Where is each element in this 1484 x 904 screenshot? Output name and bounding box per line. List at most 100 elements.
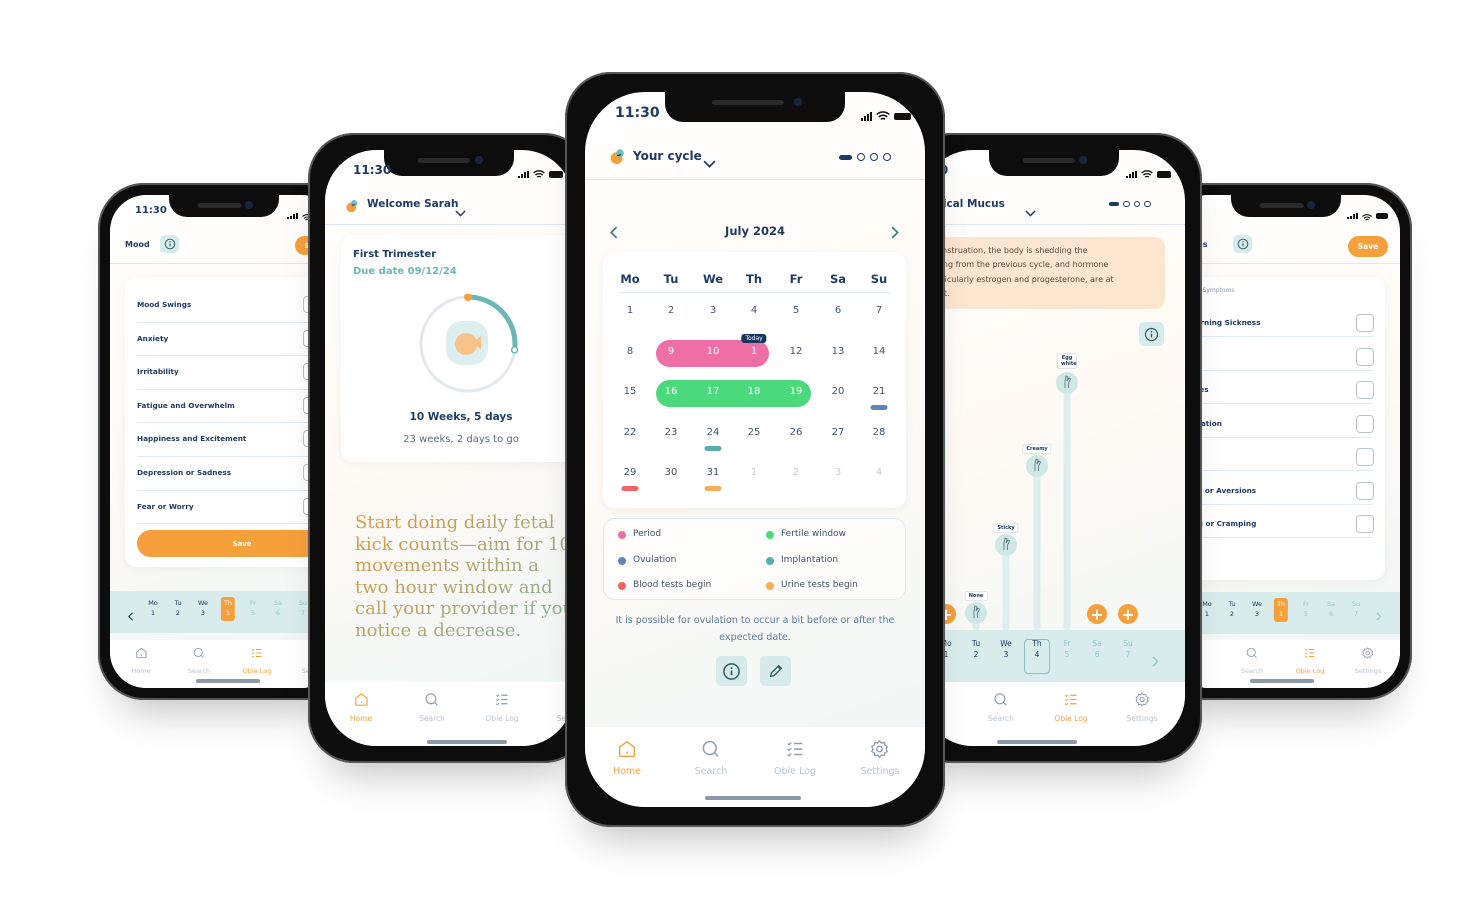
calendar-day[interactable]: 15 bbox=[624, 386, 637, 397]
day-th[interactable]: Th 1 bbox=[1273, 598, 1289, 622]
chevron-left-icon[interactable] bbox=[127, 606, 133, 625]
page-dot[interactable] bbox=[883, 153, 891, 161]
calendar-day[interactable]: 7 bbox=[876, 305, 882, 316]
calendar-day[interactable]: 20 bbox=[832, 386, 845, 397]
page-dot[interactable] bbox=[1133, 201, 1141, 208]
calendar-day[interactable]: 27 bbox=[832, 427, 845, 438]
symptom-checkbox[interactable] bbox=[1356, 348, 1374, 366]
nav-item-log[interactable]: Obie Log bbox=[485, 691, 519, 723]
calendar-day[interactable]: 2 bbox=[793, 467, 799, 478]
mucus-entry[interactable] bbox=[1026, 455, 1048, 477]
calendar-day[interactable]: 25 bbox=[748, 427, 761, 438]
nav-item-home[interactable]: Home bbox=[613, 738, 641, 777]
info-button[interactable] bbox=[160, 235, 179, 253]
calendar-day[interactable]: 1 bbox=[751, 346, 757, 357]
day-sa[interactable]: Sa 6 bbox=[1089, 636, 1106, 663]
mucus-entry[interactable] bbox=[965, 602, 987, 624]
day-we[interactable]: We 3 bbox=[196, 597, 210, 621]
page-dot[interactable] bbox=[870, 153, 878, 161]
calendar-day[interactable]: 30 bbox=[665, 467, 678, 478]
day-fr[interactable]: Fr 5 bbox=[1059, 636, 1076, 663]
calendar-day[interactable]: 6 bbox=[835, 305, 841, 316]
day-su[interactable]: Su 7 bbox=[1120, 636, 1137, 663]
day-fr[interactable]: Fr 5 bbox=[1299, 598, 1313, 622]
calendar-day[interactable]: 22 bbox=[624, 427, 637, 438]
symptom-checkbox[interactable] bbox=[1356, 381, 1374, 399]
mucus-entry[interactable] bbox=[995, 534, 1017, 556]
chevron-left-icon[interactable] bbox=[609, 224, 618, 243]
nav-item-search[interactable]: Search bbox=[1241, 645, 1263, 675]
nav-item-home[interactable]: Home bbox=[131, 645, 151, 675]
info-button[interactable] bbox=[1233, 235, 1252, 253]
nav-item-log[interactable]: Obie Log bbox=[774, 738, 816, 777]
greeting[interactable]: Welcome Sarah bbox=[367, 198, 458, 210]
day-th[interactable]: Th 1 bbox=[220, 597, 236, 621]
day-tu[interactable]: Tu 2 bbox=[1225, 598, 1239, 622]
mucus-entry[interactable] bbox=[1056, 372, 1078, 394]
calendar-day[interactable]: 8 bbox=[627, 346, 633, 357]
symptom-checkbox[interactable] bbox=[1356, 448, 1374, 466]
chevron-right-icon[interactable] bbox=[1152, 652, 1159, 671]
calendar-day[interactable]: 1 bbox=[627, 305, 633, 316]
calendar-day[interactable]: 31 bbox=[707, 467, 720, 478]
page-dot[interactable] bbox=[857, 153, 865, 161]
info-button[interactable] bbox=[1139, 322, 1164, 346]
nav-item-log[interactable]: Obie Log bbox=[1296, 645, 1324, 675]
chevron-right-icon[interactable] bbox=[1376, 606, 1382, 625]
calendar-day[interactable]: 5 bbox=[793, 305, 799, 316]
chevron-right-icon[interactable] bbox=[891, 224, 899, 243]
calendar-day[interactable]: 29 bbox=[624, 467, 637, 478]
page-indicator[interactable] bbox=[839, 153, 891, 161]
calendar-day[interactable]: 21 bbox=[873, 386, 886, 397]
calendar-day[interactable]: 2 bbox=[668, 305, 674, 316]
add-entry-button[interactable]: + bbox=[1118, 604, 1138, 624]
nav-item-search[interactable]: Search bbox=[988, 691, 1014, 723]
calendar-day[interactable]: 23 bbox=[665, 427, 678, 438]
calendar-day[interactable]: 18 bbox=[748, 386, 761, 397]
symptom-checkbox[interactable] bbox=[1356, 415, 1374, 433]
calendar-day[interactable]: 1 bbox=[751, 467, 757, 478]
day-su[interactable]: Su 7 bbox=[1349, 598, 1363, 622]
calendar-day[interactable]: 13 bbox=[832, 346, 845, 357]
screen-title[interactable]: Your cycle bbox=[633, 149, 702, 163]
day-we[interactable]: We 3 bbox=[1250, 598, 1264, 622]
day-we[interactable]: We 3 bbox=[998, 636, 1015, 663]
symptom-checkbox[interactable] bbox=[1356, 515, 1374, 533]
day-tu[interactable]: Tu 2 bbox=[968, 636, 985, 663]
page-dot-active[interactable] bbox=[1109, 202, 1120, 207]
chevron-down-icon[interactable] bbox=[1025, 202, 1036, 221]
calendar-day[interactable]: 9 bbox=[668, 346, 674, 357]
nav-item-settings[interactable]: Settings bbox=[1127, 691, 1157, 723]
calendar-day[interactable]: 24 bbox=[707, 427, 720, 438]
nav-item-home[interactable]: Home bbox=[350, 691, 372, 723]
nav-item-search[interactable]: Search bbox=[188, 645, 210, 675]
nav-item-search[interactable]: Search bbox=[695, 738, 727, 777]
day-fr[interactable]: Fr 5 bbox=[246, 597, 260, 621]
nav-item-search[interactable]: Search bbox=[419, 691, 445, 723]
calendar-day[interactable]: 3 bbox=[835, 467, 841, 478]
day-tu[interactable]: Tu 2 bbox=[171, 597, 185, 621]
calendar-day[interactable]: 4 bbox=[751, 305, 757, 316]
page-dot-active[interactable] bbox=[839, 154, 852, 160]
calendar-day[interactable]: 10 bbox=[707, 346, 720, 357]
calendar-day[interactable]: 16 bbox=[665, 386, 678, 397]
calendar-day[interactable]: 26 bbox=[790, 427, 803, 438]
symptom-checkbox[interactable] bbox=[1356, 314, 1374, 332]
day-sa[interactable]: Sa 6 bbox=[1324, 598, 1338, 622]
nav-item-settings[interactable]: Settings bbox=[861, 738, 899, 777]
calendar-day[interactable]: 4 bbox=[876, 467, 882, 478]
calendar-day[interactable]: 17 bbox=[707, 386, 720, 397]
calendar-day[interactable]: 28 bbox=[873, 427, 886, 438]
add-entry-button[interactable]: + bbox=[1087, 604, 1107, 624]
edit-button[interactable] bbox=[760, 656, 791, 686]
calendar-day[interactable]: 14 bbox=[873, 346, 886, 357]
calendar-day[interactable]: 19 bbox=[790, 386, 803, 397]
chevron-down-icon[interactable] bbox=[455, 202, 466, 221]
calendar-day[interactable]: 12 bbox=[790, 346, 803, 357]
nav-item-log[interactable]: Obie Log bbox=[243, 645, 271, 675]
day-mo[interactable]: Mo 1 bbox=[146, 597, 160, 621]
info-button[interactable] bbox=[716, 656, 747, 686]
calendar-day[interactable]: 3 bbox=[710, 305, 716, 316]
nav-item-log[interactable]: Obie Log bbox=[1054, 691, 1088, 723]
symptom-checkbox[interactable] bbox=[1356, 482, 1374, 500]
